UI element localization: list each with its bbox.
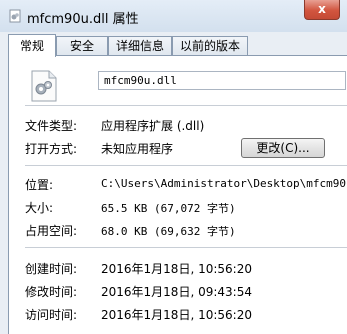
separator	[25, 105, 347, 106]
tab-details[interactable]: 详细信息	[108, 36, 172, 56]
modified-label: 修改时间:	[25, 285, 78, 299]
opens-with-label: 打开方式:	[25, 142, 78, 156]
general-tab-panel: mfcm90u.dll 文件类型: 应用程序扩展 (.dll) 打开方式: 未知…	[8, 55, 347, 334]
size-label: 大小:	[25, 201, 54, 215]
size-on-disk-label: 占用空间:	[25, 224, 78, 238]
properties-dialog: mfcm90u.dll 属性 x 常规 安全 详细信息 以前的版本 mfcm90…	[0, 0, 347, 334]
created-label: 创建时间:	[25, 262, 78, 276]
close-button[interactable]: x	[304, 0, 340, 20]
file-icon	[31, 70, 57, 102]
accessed-value: 2016年1月18日, 10:56:20	[101, 308, 252, 322]
tab-previous-versions[interactable]: 以前的版本	[172, 36, 248, 56]
file-type-label: 文件类型:	[25, 119, 78, 133]
change-button[interactable]: 更改(C)...	[241, 138, 325, 158]
location-value: C:\Users\Administrator\Desktop\mfcm90u.d…	[101, 177, 347, 190]
separator	[25, 165, 347, 166]
tab-strip: 常规 安全 详细信息 以前的版本	[8, 34, 339, 57]
modified-value: 2016年1月18日, 09:43:54	[101, 285, 252, 299]
separator	[25, 247, 347, 248]
opens-with-value: 未知应用程序	[101, 142, 174, 156]
dll-file-icon	[9, 9, 21, 23]
accessed-label: 访问时间:	[25, 308, 78, 322]
size-on-disk-value: 68.0 KB (69,632 字节)	[101, 225, 236, 238]
file-type-value: 应用程序扩展 (.dll)	[101, 119, 205, 133]
created-value: 2016年1月18日, 10:56:20	[101, 262, 252, 276]
file-name-input[interactable]: mfcm90u.dll	[98, 71, 346, 90]
title-bar[interactable]: mfcm90u.dll 属性 x	[0, 0, 347, 32]
tab-security[interactable]: 安全	[56, 36, 108, 56]
tab-general[interactable]: 常规	[8, 34, 56, 57]
size-value: 65.5 KB (67,072 字节)	[101, 202, 236, 215]
location-label: 位置:	[25, 178, 54, 192]
window-title: mfcm90u.dll 属性	[27, 12, 139, 27]
